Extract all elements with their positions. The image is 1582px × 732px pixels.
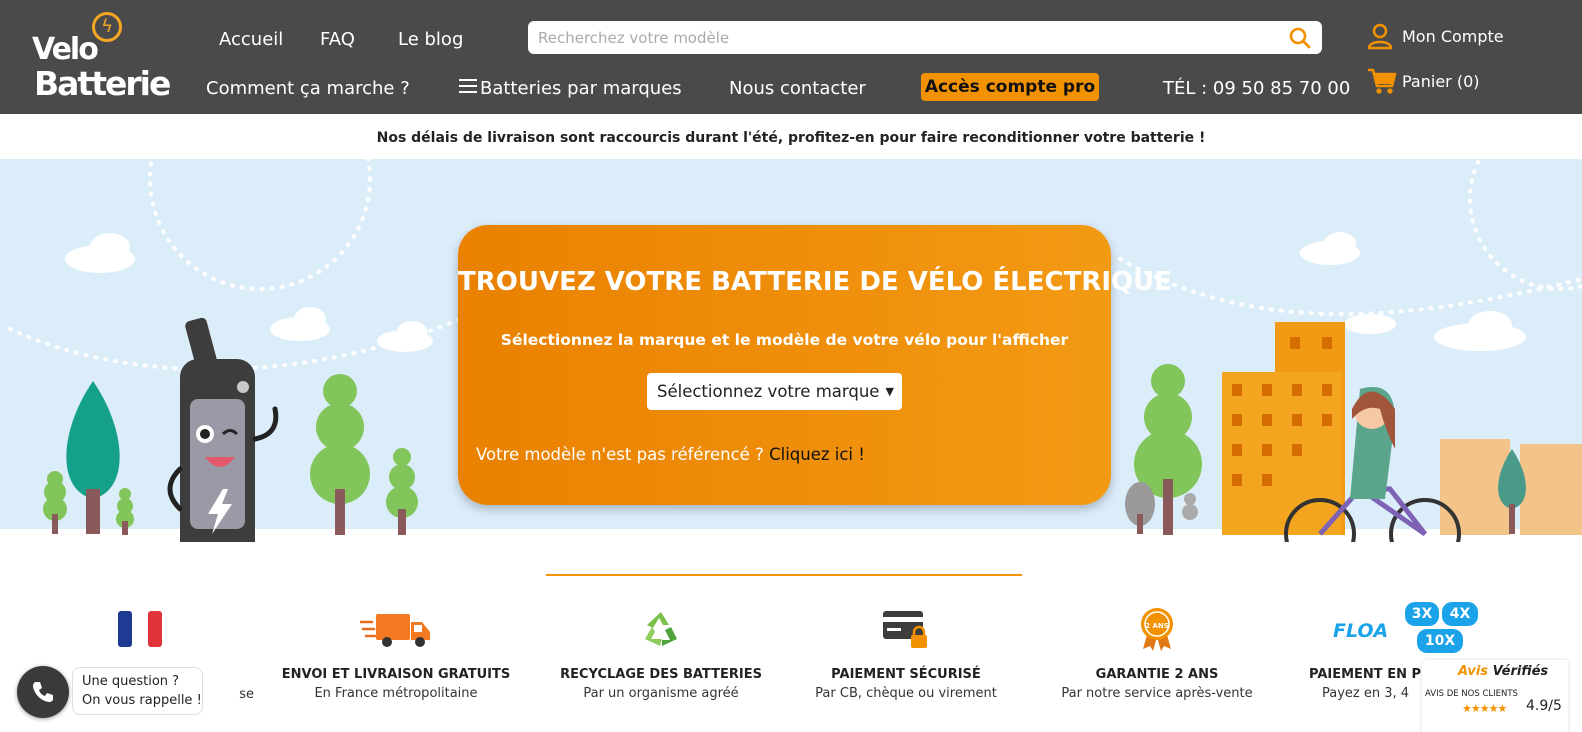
feature-title: RECYCLAGE DES BATTERIES — [560, 667, 762, 682]
battery-finder-card: TROUVEZ VOTRE BATTERIE DE VÉLO ÉLECTRIQU… — [458, 225, 1172, 505]
section-divider — [546, 574, 1022, 576]
phone-icon — [33, 682, 53, 702]
search-input[interactable] — [538, 25, 1278, 50]
reviews-widget[interactable]: Avis Vérifiés AVIS DE NOS CLIENTS ★★★★★ … — [1422, 660, 1568, 732]
installment-4x-badge: 4X — [1442, 602, 1478, 626]
click-here-link[interactable]: Cliquez ici ! — [769, 445, 865, 464]
search-icon[interactable] — [1288, 26, 1312, 50]
feature-desc: Par un organisme agréé — [583, 686, 739, 701]
not-listed-label: Votre modèle n'est pas référencé ? — [476, 445, 764, 464]
callback-line2: On vous rappelle ! — [82, 693, 202, 708]
menu-icon — [459, 79, 477, 93]
hero-title: TROUVEZ VOTRE BATTERIE DE VÉLO ÉLECTRIQU… — [458, 267, 1172, 297]
credit-card-lock-icon — [883, 611, 927, 648]
logo-text-batterie: Batterie — [34, 64, 171, 103]
reviews-brand-a: Avis — [1458, 664, 1489, 679]
nav-batteries-label: Batteries par marques — [480, 78, 682, 99]
feature-desc: En France métropolitaine — [314, 686, 478, 701]
floa-logo: FLOA — [1333, 620, 1389, 642]
feature-recycling: RECYCLAGE DES BATTERIES Par un organisme… — [541, 604, 781, 701]
france-flag-icon — [118, 611, 162, 647]
feature-guarantee: 2 ANS GARANTIE 2 ANS Par notre service a… — [1037, 604, 1277, 701]
search-bar — [528, 21, 1322, 54]
feature-title: GARANTIE 2 ANS — [1095, 667, 1219, 682]
not-listed-text: Votre modèle n'est pas référencé ? Cliqu… — [476, 445, 865, 464]
cart-label: Panier (0) — [1402, 72, 1480, 91]
feature-desc: Par CB, chèque ou virement — [815, 686, 997, 701]
reviews-brand: Avis Vérifiés — [1458, 664, 1548, 679]
brand-select[interactable]: Sélectionnez votre marque ▼ — [647, 373, 902, 410]
hero-banner: TROUVEZ VOTRE BATTERIE DE VÉLO ÉLECTRIQU… — [0, 159, 1582, 542]
brand-select-value: Sélectionnez votre marque — [657, 382, 880, 401]
site-logo[interactable]: ϟ Velo Batterie — [30, 10, 171, 106]
cart-icon — [1368, 68, 1397, 94]
recycle-icon — [645, 612, 677, 646]
star-rating-icon: ★★★★★ — [1462, 702, 1507, 715]
feature-title: PAIEMENT SÉCURISÉ — [831, 667, 981, 682]
hero-subtitle: Sélectionnez la marque et le modèle de v… — [500, 331, 1069, 349]
callback-button[interactable] — [17, 666, 69, 718]
reviews-rating: 4.9/5 — [1526, 698, 1562, 714]
chevron-down-icon: ▼ — [885, 385, 894, 398]
account-label: Mon Compte — [1402, 27, 1504, 46]
nav-comment-ca-marche[interactable]: Comment ça marche ? — [206, 78, 410, 99]
delivery-truck-icon — [358, 614, 430, 647]
feature-title: ENVOI ET LIVRAISON GRATUITS — [281, 667, 511, 682]
account-link[interactable]: Mon Compte — [1366, 22, 1504, 52]
logo-text-velo: Velo — [32, 32, 99, 67]
nav-faq[interactable]: FAQ — [320, 29, 355, 50]
reviews-brand-b: Vérifiés — [1492, 664, 1549, 679]
reviews-label: AVIS DE NOS CLIENTS — [1425, 689, 1518, 699]
pro-account-button[interactable]: Accès compte pro — [921, 73, 1099, 101]
callback-bubble[interactable]: Une question ? On vous rappelle ! — [72, 667, 203, 715]
user-icon — [1367, 23, 1393, 50]
installment-10x-badge: 10X — [1417, 629, 1463, 653]
guarantee-medal-icon: 2 ANS — [1141, 608, 1173, 651]
callback-line1: Une question ? — [82, 674, 180, 689]
nav-blog[interactable]: Le blog — [398, 29, 463, 50]
nav-batteries-par-marques[interactable]: Batteries par marques — [459, 78, 682, 99]
site-header: ϟ Velo Batterie Accueil FAQ Le blog Mon … — [0, 0, 1582, 114]
announcement-bar: Nos délais de livraison sont raccourcis … — [0, 114, 1582, 159]
phone-number[interactable]: TÉL : 09 50 85 70 00 — [1163, 78, 1350, 99]
feature-desc: Par notre service après-vente — [1061, 686, 1253, 701]
guarantee-badge-text: 2 ANS — [1145, 622, 1169, 630]
feature-secure-payment: PAIEMENT SÉCURISÉ Par CB, chèque ou vire… — [786, 604, 1026, 701]
feature-free-delivery: ENVOI ET LIVRAISON GRATUITS En France mé… — [276, 604, 516, 701]
nav-contact[interactable]: Nous contacter — [729, 78, 866, 99]
nav-accueil[interactable]: Accueil — [219, 29, 283, 50]
cart-link[interactable]: Panier (0) — [1366, 66, 1480, 98]
installment-3x-badge: 3X — [1405, 602, 1439, 626]
